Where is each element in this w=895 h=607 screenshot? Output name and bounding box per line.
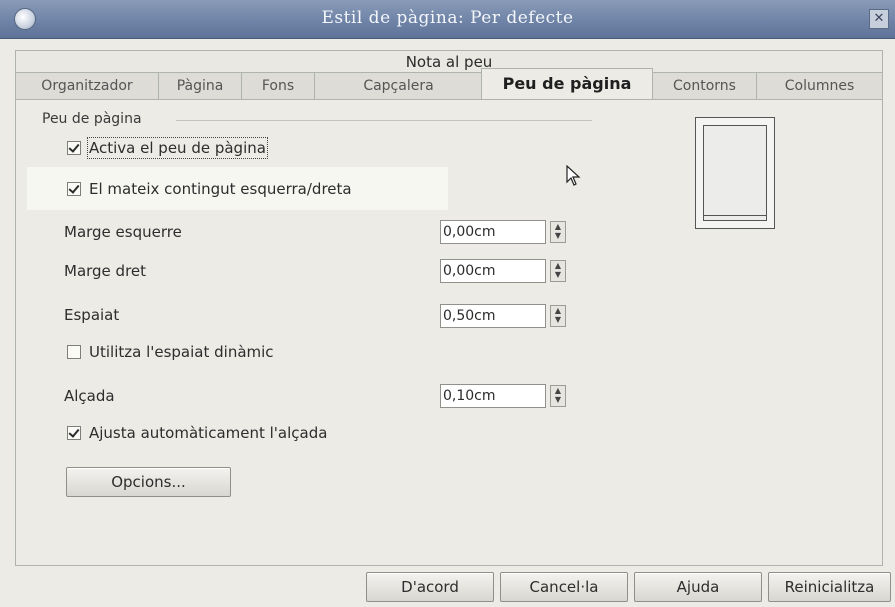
tab-pagina[interactable]: Pàgina	[158, 72, 242, 100]
left-margin-spinbox[interactable]: 0,00cm ▲ ▼	[440, 220, 570, 244]
checkbox-box[interactable]	[67, 426, 81, 440]
autofit-height-checkbox[interactable]: Ajusta automàticament l'alçada	[67, 424, 327, 442]
footer-group-title: Peu de pàgina	[42, 111, 142, 127]
right-margin-label: Marge dret	[64, 262, 147, 280]
checkbox-label: El mateix contingut esquerra/dreta	[89, 180, 352, 198]
height-spinbox[interactable]: 0,10cm ▲ ▼	[440, 384, 570, 408]
checkbox-label: Utilitza l'espaiat dinàmic	[89, 343, 274, 361]
title-bar: Estil de pàgina: Per defecte ✕	[0, 0, 895, 39]
tab-label: Nota al peu	[405, 53, 493, 71]
left-margin-label: Marge esquerre	[64, 223, 182, 241]
tab-nota-al-peu[interactable]: Nota al peu	[15, 50, 883, 73]
page-preview	[695, 117, 775, 229]
cancel-button[interactable]: Cancel·la	[500, 572, 628, 602]
window-title: Estil de pàgina: Per defecte	[321, 8, 574, 28]
height-input[interactable]: 0,10cm	[440, 384, 546, 408]
tab-contorns[interactable]: Contorns	[652, 72, 757, 100]
ok-button[interactable]: D'acord	[366, 572, 494, 602]
spin-arrows-icon[interactable]: ▲ ▼	[550, 260, 566, 282]
tab-organitzador[interactable]: Organitzador	[15, 72, 159, 100]
spacing-input[interactable]: 0,50cm	[440, 304, 546, 328]
spacing-spinbox[interactable]: 0,50cm ▲ ▼	[440, 304, 570, 328]
preview-page	[703, 125, 767, 221]
checkbox-box[interactable]	[67, 182, 81, 196]
tab-peu-de-pagina[interactable]: Peu de pàgina	[481, 68, 653, 101]
right-margin-input[interactable]: 0,00cm	[440, 259, 546, 283]
preview-footer-line	[704, 215, 766, 216]
reset-button[interactable]: Reinicialitza	[768, 572, 891, 602]
spin-arrows-icon[interactable]: ▲ ▼	[550, 305, 566, 327]
left-margin-input[interactable]: 0,00cm	[440, 220, 546, 244]
same-content-checkbox[interactable]: El mateix contingut esquerra/dreta	[67, 180, 352, 198]
checkbox-label: Ajusta automàticament l'alçada	[89, 424, 328, 442]
group-divider	[176, 120, 592, 121]
checkbox-box[interactable]	[67, 345, 81, 359]
checkbox-box[interactable]	[67, 141, 81, 155]
checkbox-label: Activa el peu de pàgina	[87, 137, 268, 159]
spacing-label: Espaiat	[64, 306, 120, 324]
dynamic-spacing-checkbox[interactable]: Utilitza l'espaiat dinàmic	[67, 343, 274, 361]
close-icon[interactable]: ✕	[869, 9, 889, 29]
mouse-pointer-icon	[566, 165, 581, 186]
height-label: Alçada	[64, 387, 115, 405]
options-button[interactable]: Opcions...	[66, 467, 231, 497]
help-button[interactable]: Ajuda	[634, 572, 762, 602]
activate-footer-checkbox[interactable]: Activa el peu de pàgina	[67, 137, 268, 159]
tab-columnes[interactable]: Columnes	[756, 72, 883, 100]
spin-arrows-icon[interactable]: ▲ ▼	[550, 221, 566, 243]
tab-capcalera[interactable]: Capçalera	[314, 72, 483, 100]
tab-fons[interactable]: Fons	[241, 72, 315, 100]
right-margin-spinbox[interactable]: 0,00cm ▲ ▼	[440, 259, 570, 283]
spin-arrows-icon[interactable]: ▲ ▼	[550, 385, 566, 407]
